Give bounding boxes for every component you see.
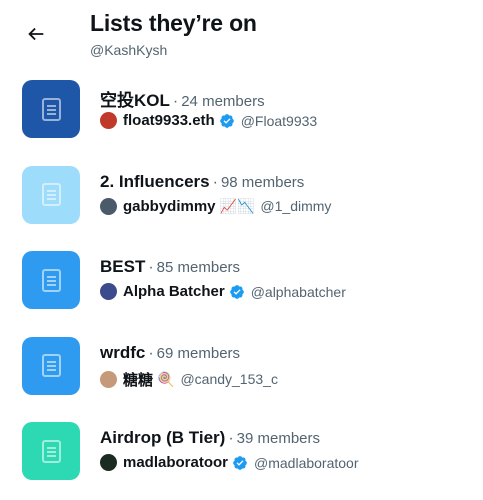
member-count: 98 members xyxy=(220,173,305,191)
owner-avatar xyxy=(100,370,117,388)
owner-avatar xyxy=(100,197,117,215)
owner-avatar xyxy=(100,454,117,471)
owner-name: madlaboratoor xyxy=(123,454,229,471)
list-item[interactable]: Airdrop (B Tier) · 39 members madlaboratoo… xyxy=(0,414,483,500)
separator-dot: · xyxy=(212,173,218,191)
list-owner[interactable]: float9933.eth @Float9933 xyxy=(100,112,317,129)
owner-handle: @1_dimmy xyxy=(260,198,332,214)
arrow-left-icon xyxy=(28,27,44,41)
list-document-icon xyxy=(41,354,61,377)
verified-badge-icon xyxy=(232,455,248,471)
separator-dot: · xyxy=(148,344,154,362)
list-title-line: 2. Influencers · 98 members xyxy=(100,172,304,192)
member-count: 39 members xyxy=(236,430,321,447)
owner-handle: @alphabatcher xyxy=(250,283,346,300)
profile-handle: @KashKysh xyxy=(90,42,168,58)
owner-avatar xyxy=(100,283,117,300)
owner-name: float9933.eth xyxy=(123,112,215,129)
list-name: BEST xyxy=(100,257,146,276)
list-title-line: wrdfc · 69 members xyxy=(100,343,240,363)
list-avatar xyxy=(22,336,80,395)
list-document-icon xyxy=(41,183,61,206)
list-owner[interactable]: 糖糖 🍭 @candy_153_c xyxy=(100,369,278,390)
separator-dot: · xyxy=(172,93,179,110)
list-avatar xyxy=(22,165,80,224)
list-avatar xyxy=(22,422,80,480)
page-header: Lists they’re on @KashKysh xyxy=(0,0,483,70)
member-count: 85 members xyxy=(156,259,241,276)
back-button[interactable] xyxy=(22,20,50,48)
list-avatar xyxy=(22,80,80,138)
page-title: Lists they’re on xyxy=(90,10,257,36)
list-title-line: 空投KOL · 24 members xyxy=(100,86,265,111)
verified-badge-icon xyxy=(229,284,245,300)
list-name: wrdfc xyxy=(100,342,146,362)
owner-name: Alpha Batcher xyxy=(123,283,225,300)
owner-handle: @candy_153_c xyxy=(180,371,278,387)
verified-badge-icon xyxy=(219,113,235,129)
list-name: Airdrop (B Tier) xyxy=(100,428,226,447)
list-owner[interactable]: madlaboratoor @madlaboratoor xyxy=(100,454,359,471)
list-item[interactable]: 空投KOL · 24 members float9933.eth @Float993… xyxy=(0,72,483,158)
list-document-icon xyxy=(41,97,61,121)
separator-dot: · xyxy=(228,430,234,447)
owner-name: gabbydimmy xyxy=(123,197,216,215)
list-document-icon xyxy=(41,268,61,292)
owner-handle: @Float9933 xyxy=(240,112,318,129)
list-name: 空投KOL xyxy=(100,91,170,110)
list-item[interactable]: wrdfc · 69 members 糖糖 🍭 @candy_153_c xyxy=(0,329,483,415)
member-count: 69 members xyxy=(156,344,241,362)
owner-emoji: 📈📉 xyxy=(219,197,255,214)
list-owner[interactable]: Alpha Batcher @alphabatcher xyxy=(100,283,346,300)
list-name: 2. Influencers xyxy=(100,171,210,191)
list-title-line: BEST · 85 members xyxy=(100,257,240,277)
list-document-icon xyxy=(41,439,61,463)
list-item[interactable]: 2. Influencers · 98 members gabbydimmy 📈📉 … xyxy=(0,158,483,244)
list-title-line: Airdrop (B Tier) · 39 members xyxy=(100,428,320,448)
separator-dot: · xyxy=(148,259,154,276)
owner-emoji: 🍭 xyxy=(157,370,175,387)
owner-avatar xyxy=(100,112,117,129)
list-owner[interactable]: gabbydimmy 📈📉 @1_dimmy xyxy=(100,197,332,215)
lists-container: 空投KOL · 24 members float9933.eth @Float993… xyxy=(0,72,483,500)
list-avatar xyxy=(22,251,80,309)
owner-handle: @madlaboratoor xyxy=(254,454,359,471)
member-count: 24 members xyxy=(181,93,265,110)
list-item[interactable]: BEST · 85 members Alpha Batcher @alphabatc… xyxy=(0,243,483,329)
owner-name: 糖糖 xyxy=(123,371,154,389)
